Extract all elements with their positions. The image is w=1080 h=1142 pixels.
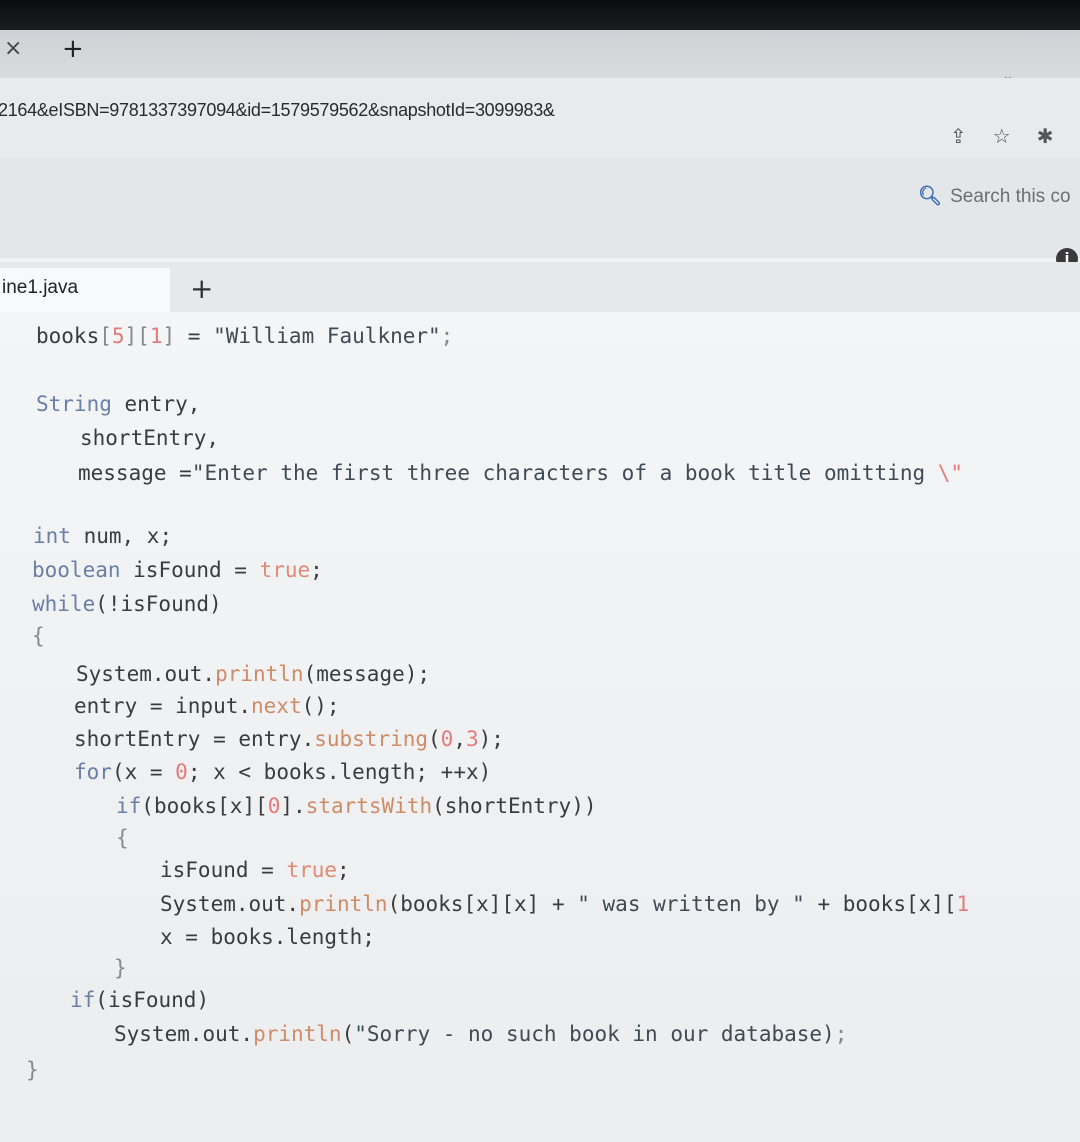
code-line: shortEntry = entry.substring(0,3); — [74, 727, 504, 751]
screen: × + ⌄ 2164&eISBN=9781337397094&id=157957… — [0, 0, 1080, 1142]
code-line: System.out.println("Sorry - no such book… — [114, 1022, 848, 1046]
address-bar-icons: ⇪ ☆ ✱ — [950, 124, 1079, 148]
code-line: if(isFound) — [70, 988, 210, 1012]
code-line: isFound = true; — [160, 858, 350, 882]
code-area: books[5][1] = "William Faulkner"; String… — [0, 312, 969, 1082]
code-line: { — [32, 624, 45, 648]
code-line: String entry, — [36, 392, 201, 416]
code-line: books[5][1] = "William Faulkner"; — [36, 324, 454, 348]
code-line: } — [114, 956, 127, 980]
add-file-tab-button[interactable]: + — [190, 272, 213, 305]
star-icon[interactable]: ☆ — [993, 124, 1011, 148]
code-line: x = books.length; — [160, 925, 375, 949]
new-tab-button[interactable]: + — [62, 34, 84, 64]
code-line: int num, x; — [33, 524, 173, 548]
code-editor[interactable]: books[5][1] = "William Faulkner"; String… — [0, 312, 1080, 1142]
code-line: while(!isFound) — [32, 592, 222, 616]
share-icon[interactable]: ⇪ — [950, 124, 967, 148]
close-tab-icon[interactable]: × — [4, 36, 22, 61]
tab-file[interactable]: ine1.java — [0, 268, 170, 312]
code-line: for(x = 0; x < books.length; ++x) — [74, 760, 492, 784]
code-line: shortEntry, — [80, 426, 220, 450]
search-icon: 🔍︎ — [918, 186, 943, 207]
code-line: entry = input.next(); — [74, 694, 340, 718]
code-line: System.out.println(books[x][x] + " was w… — [160, 892, 970, 916]
code-line: System.out.println(message); — [76, 662, 431, 686]
code-line: { — [116, 826, 129, 850]
screen-bezel — [0, 0, 1080, 30]
code-line: } — [26, 1058, 39, 1082]
search-placeholder: Search this co — [950, 186, 1071, 207]
code-line: message ="Enter the first three characte… — [78, 461, 964, 485]
search-box[interactable]: 🔍︎ Search this co — [918, 184, 1080, 212]
extension-icon[interactable]: ✱ — [1037, 124, 1054, 148]
url-field[interactable]: 2164&eISBN=9781337397094&id=1579579562&s… — [0, 100, 718, 121]
browser-tab-strip — [0, 30, 1080, 78]
code-line: if(books[x][0].startsWith(shortEntry)) — [116, 794, 597, 818]
code-line: boolean isFound = true; — [32, 558, 323, 582]
